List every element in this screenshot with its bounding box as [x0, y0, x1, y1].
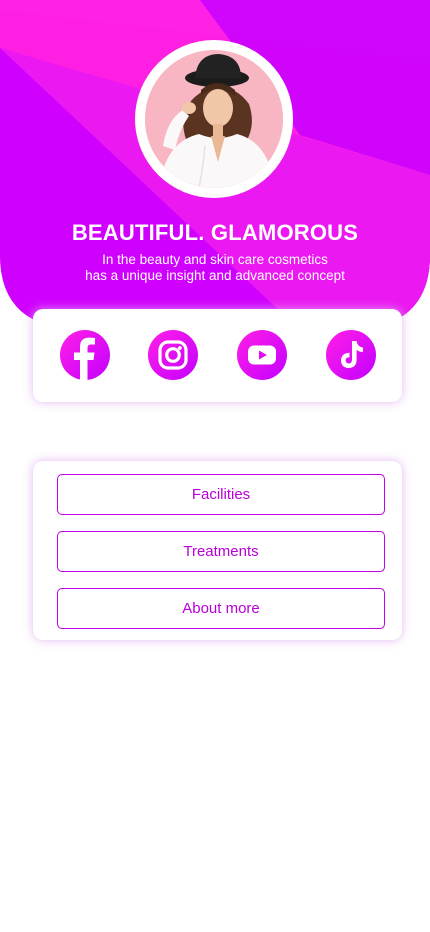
tiktok-button[interactable]: [326, 330, 376, 380]
youtube-icon: [248, 345, 276, 365]
tiktok-icon: [341, 341, 363, 368]
facebook-icon: [74, 337, 95, 380]
facebook-button[interactable]: [60, 330, 110, 380]
avatar-ring: [135, 40, 293, 198]
links-card: Facilities Treatments About more: [33, 461, 402, 640]
avatar: [145, 50, 283, 188]
hero-header: BEAUTIFUL. GLAMOROUS In the beauty and s…: [0, 0, 430, 330]
social-links-card: [33, 309, 402, 402]
headline: BEAUTIFUL. GLAMOROUS: [71, 220, 359, 245]
facilities-button[interactable]: Facilities: [57, 474, 385, 515]
youtube-button[interactable]: [237, 330, 287, 380]
tagline-line-1: In the beauty and skin care cosmetics: [102, 252, 328, 267]
instagram-icon: [158, 340, 188, 370]
tagline-line-2: has a unique insight and advanced concep…: [85, 268, 345, 283]
instagram-button[interactable]: [148, 330, 198, 380]
profile-photo: [145, 50, 283, 188]
treatments-button[interactable]: Treatments: [57, 531, 385, 572]
about-more-button[interactable]: About more: [57, 588, 385, 629]
